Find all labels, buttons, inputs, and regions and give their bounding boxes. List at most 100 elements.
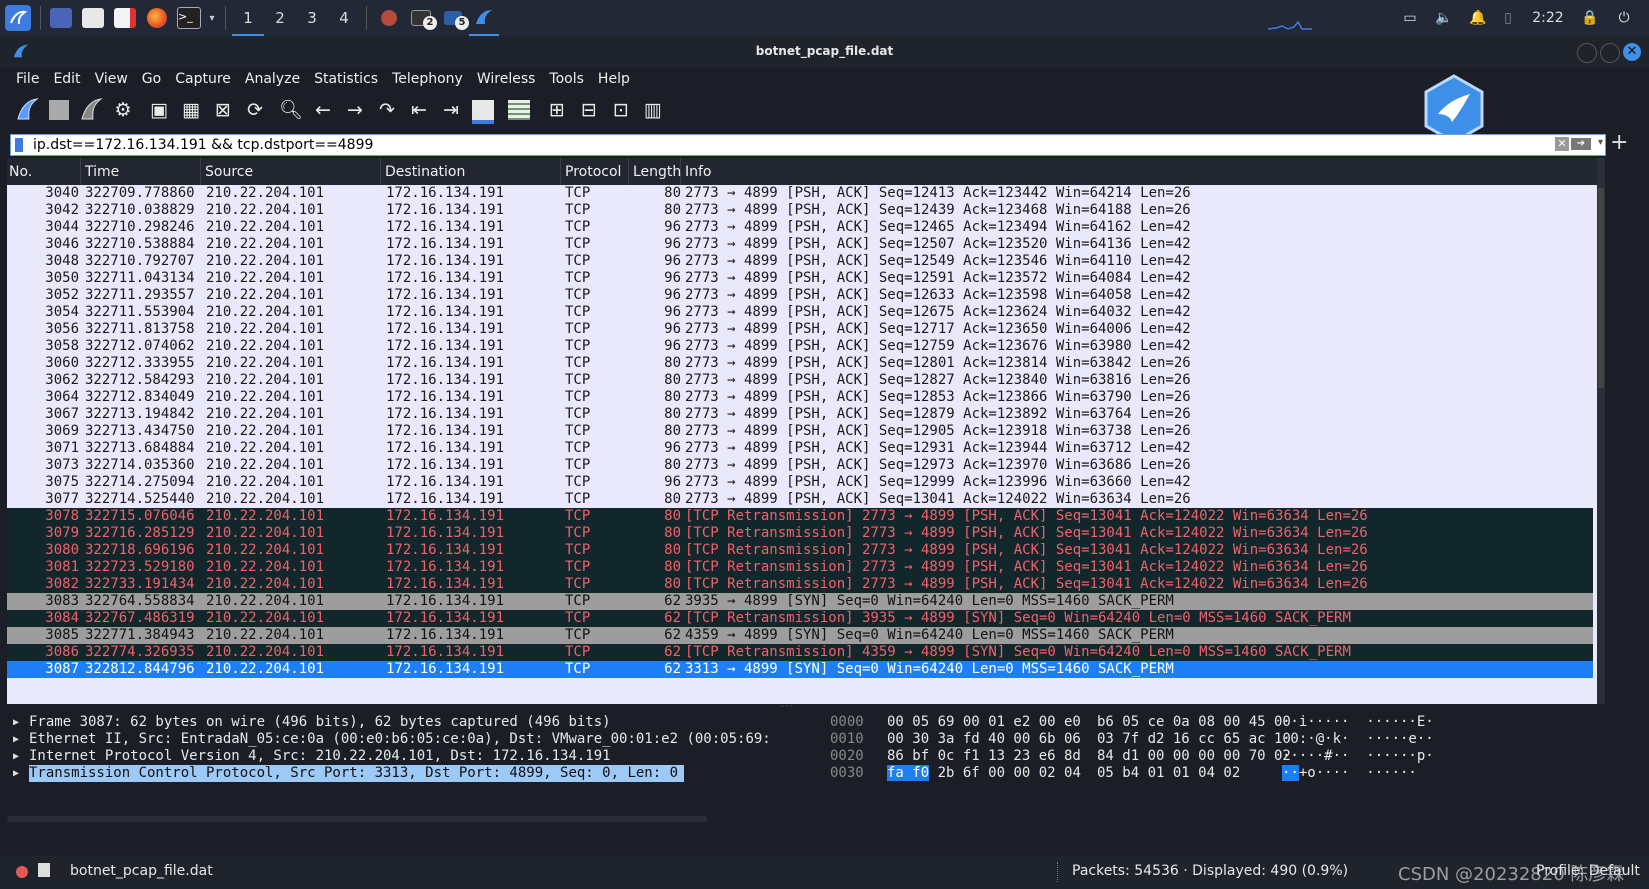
packet-row[interactable]: 3087 322812.844796 210.22.204.101 172.16.13… bbox=[7, 661, 1593, 678]
expand-arrow-icon[interactable]: ▶ bbox=[13, 714, 19, 731]
file-manager-icon[interactable] bbox=[77, 0, 109, 36]
column-length[interactable]: Length bbox=[629, 158, 681, 185]
detail-row-ethernet[interactable]: ▶ Ethernet II, Src: EntradaN_05:ce:0a (00… bbox=[7, 731, 822, 748]
packet-row[interactable]: 3082 322733.191434 210.22.204.101 172.16.13… bbox=[7, 576, 1593, 593]
menu-telephony[interactable]: Telephony bbox=[385, 68, 470, 90]
detail-row-tcp[interactable]: ▶ Transmission Control Protocol, Src Port… bbox=[7, 765, 822, 782]
byte-hex[interactable]: 86 bf 0c f1 13 23 e6 8d bbox=[887, 748, 1081, 765]
workspace-1[interactable]: 1 bbox=[232, 0, 264, 36]
expand-arrow-icon[interactable]: ▶ bbox=[13, 731, 19, 748]
menu-go[interactable]: Go bbox=[135, 68, 168, 90]
notification-bell-icon[interactable]: 🔔 bbox=[1466, 0, 1490, 36]
minimize-button[interactable] bbox=[1577, 43, 1597, 63]
menu-analyze[interactable]: Analyze bbox=[238, 68, 307, 90]
byte-hex[interactable]: 2b 6f 00 00 02 04 bbox=[929, 765, 1081, 781]
close-file-icon[interactable]: ⊠ bbox=[210, 97, 236, 123]
menu-capture[interactable]: Capture bbox=[168, 68, 238, 90]
packet-row[interactable]: 3054 322711.553904 210.22.204.101 172.16.13… bbox=[7, 304, 1593, 321]
go-forward-icon[interactable]: → bbox=[342, 97, 368, 123]
byte-hex[interactable]: 03 7f d2 16 cc 65 ac 10 bbox=[1097, 731, 1291, 748]
packet-row[interactable]: 3069 322713.434750 210.22.204.101 172.16.13… bbox=[7, 423, 1593, 440]
packet-row[interactable]: 3086 322774.326935 210.22.204.101 172.16.13… bbox=[7, 644, 1593, 661]
packet-row[interactable]: 3071 322713.684884 210.22.204.101 172.16.13… bbox=[7, 440, 1593, 457]
packet-row[interactable]: 3064 322712.834049 210.22.204.101 172.16.13… bbox=[7, 389, 1593, 406]
firefox-icon[interactable] bbox=[141, 0, 173, 36]
pane-splitter-handle[interactable]: ····· bbox=[780, 703, 796, 711]
packet-list-scrollbar[interactable] bbox=[1597, 158, 1605, 704]
reload-file-icon[interactable]: ⟳ bbox=[242, 97, 268, 123]
packet-row[interactable]: 3056 322711.813758 210.22.204.101 172.16.13… bbox=[7, 321, 1593, 338]
restart-capture-icon[interactable] bbox=[78, 97, 104, 123]
packet-row[interactable]: 3062 322712.584293 210.22.204.101 172.16.13… bbox=[7, 372, 1593, 389]
byte-hex[interactable]: 84 d1 00 00 00 00 70 02 bbox=[1097, 748, 1291, 765]
packet-row[interactable]: 3050 322711.043134 210.22.204.101 172.16.13… bbox=[7, 270, 1593, 287]
zoom-in-icon[interactable]: ⊞ bbox=[544, 97, 570, 123]
packet-row[interactable]: 3085 322771.384943 210.22.204.101 172.16.13… bbox=[7, 627, 1593, 644]
go-to-packet-icon[interactable]: ↷ bbox=[374, 97, 400, 123]
byte-hex[interactable]: 00 05 69 00 01 e2 00 e0 bbox=[887, 714, 1081, 731]
logout-icon[interactable]: ⏻ bbox=[1612, 0, 1636, 36]
column-no[interactable]: No. bbox=[7, 158, 81, 185]
terminal-task-icon[interactable]: 2 bbox=[405, 0, 437, 36]
packet-row[interactable]: 3067 322713.194842 210.22.204.101 172.16.13… bbox=[7, 406, 1593, 423]
byte-ascii-highlight[interactable]: ·· bbox=[1282, 765, 1299, 781]
bookmark-icon[interactable] bbox=[15, 138, 23, 152]
packet-row[interactable]: 3042 322710.038829 210.22.204.101 172.16.13… bbox=[7, 202, 1593, 219]
workspace-2[interactable]: 2 bbox=[264, 0, 296, 36]
filter-history-chevron-icon[interactable]: ▾ bbox=[1598, 137, 1603, 148]
last-packet-icon[interactable]: ⇥ bbox=[438, 97, 464, 123]
save-file-icon[interactable]: ▦ bbox=[178, 97, 204, 123]
workspace-3[interactable]: 3 bbox=[296, 0, 328, 36]
go-back-icon[interactable]: ← bbox=[310, 97, 336, 123]
byte-hex[interactable]: 05 b4 01 01 04 02 bbox=[1097, 765, 1240, 782]
display-filter-input[interactable] bbox=[31, 135, 1483, 155]
packet-row[interactable]: 3083 322764.558834 210.22.204.101 172.16.13… bbox=[7, 593, 1593, 610]
menu-edit[interactable]: Edit bbox=[46, 68, 87, 90]
wireshark-active-task-icon[interactable] bbox=[469, 0, 499, 36]
packet-row[interactable]: 3058 322712.074062 210.22.204.101 172.16.13… bbox=[7, 338, 1593, 355]
menu-tools[interactable]: Tools bbox=[542, 68, 591, 90]
packet-row[interactable]: 3077 322714.525440 210.22.204.101 172.16.13… bbox=[7, 491, 1593, 508]
detail-row-ip[interactable]: ▶ Internet Protocol Version 4, Src: 210.2… bbox=[7, 748, 822, 765]
colorize-icon[interactable] bbox=[506, 97, 532, 123]
column-time[interactable]: Time bbox=[81, 158, 201, 185]
byte-hex-highlight[interactable]: fa f0 bbox=[887, 765, 930, 781]
display-icon[interactable]: ▭ bbox=[1398, 0, 1422, 36]
close-button[interactable]: ✕ bbox=[1623, 43, 1641, 61]
expand-arrow-icon[interactable]: ▶ bbox=[13, 765, 19, 782]
packet-row[interactable]: 3060 322712.333955 210.22.204.101 172.16.13… bbox=[7, 355, 1593, 372]
byte-ascii[interactable]: ··i····· ······E· bbox=[1282, 714, 1434, 731]
packet-row[interactable]: 3084 322767.486319 210.22.204.101 172.16.13… bbox=[7, 610, 1593, 627]
apply-filter-icon[interactable]: ➔ bbox=[1571, 138, 1591, 150]
packet-row[interactable]: 3078 322715.076046 210.22.204.101 172.16.13… bbox=[7, 508, 1593, 525]
byte-hex[interactable]: b6 05 ce 0a 08 00 45 00 bbox=[1097, 714, 1291, 731]
menu-file[interactable]: File bbox=[0, 68, 46, 90]
open-file-icon[interactable]: ▣ bbox=[146, 97, 172, 123]
wireshark-task-icon[interactable]: 5 bbox=[437, 0, 469, 36]
clock[interactable]: 2:22 bbox=[1526, 0, 1570, 36]
expand-arrow-icon[interactable]: ▶ bbox=[13, 748, 19, 765]
packet-row[interactable]: 3052 322711.293557 210.22.204.101 172.16.13… bbox=[7, 287, 1593, 304]
workspace-4[interactable]: 4 bbox=[328, 0, 360, 36]
resize-columns-icon[interactable]: ▥ bbox=[640, 97, 666, 123]
text-editor-icon[interactable] bbox=[109, 0, 141, 36]
terminal-icon[interactable]: >_ bbox=[173, 0, 205, 36]
byte-ascii[interactable]: +o···· ······ bbox=[1299, 765, 1417, 781]
packet-row[interactable]: 3081 322723.529180 210.22.204.101 172.16.13… bbox=[7, 559, 1593, 576]
byte-ascii[interactable]: ·0:·@·k· ·····e·· bbox=[1282, 731, 1434, 748]
column-source[interactable]: Source bbox=[201, 158, 381, 185]
packet-row[interactable]: 3080 322718.696196 210.22.204.101 172.16.13… bbox=[7, 542, 1593, 559]
packet-row[interactable]: 3075 322714.275094 210.22.204.101 172.16.13… bbox=[7, 474, 1593, 491]
byte-hex-row[interactable]: fa f0 2b 6f 00 00 02 04 bbox=[887, 765, 1081, 782]
start-capture-icon[interactable] bbox=[14, 97, 40, 123]
packet-row[interactable]: 3044 322710.298246 210.22.204.101 172.16.13… bbox=[7, 219, 1593, 236]
menu-help[interactable]: Help bbox=[591, 68, 637, 90]
show-desktop-icon[interactable] bbox=[45, 0, 77, 36]
status-divider[interactable] bbox=[1057, 862, 1059, 882]
clear-filter-icon[interactable]: ✕ bbox=[1555, 137, 1569, 151]
byte-ascii-row[interactable]: ··+o···· ······ bbox=[1282, 765, 1417, 782]
capture-comment-icon[interactable] bbox=[38, 863, 50, 877]
add-filter-button[interactable]: + bbox=[1610, 130, 1628, 155]
app-task-icon[interactable] bbox=[373, 0, 405, 36]
menu-view[interactable]: View bbox=[88, 68, 135, 90]
